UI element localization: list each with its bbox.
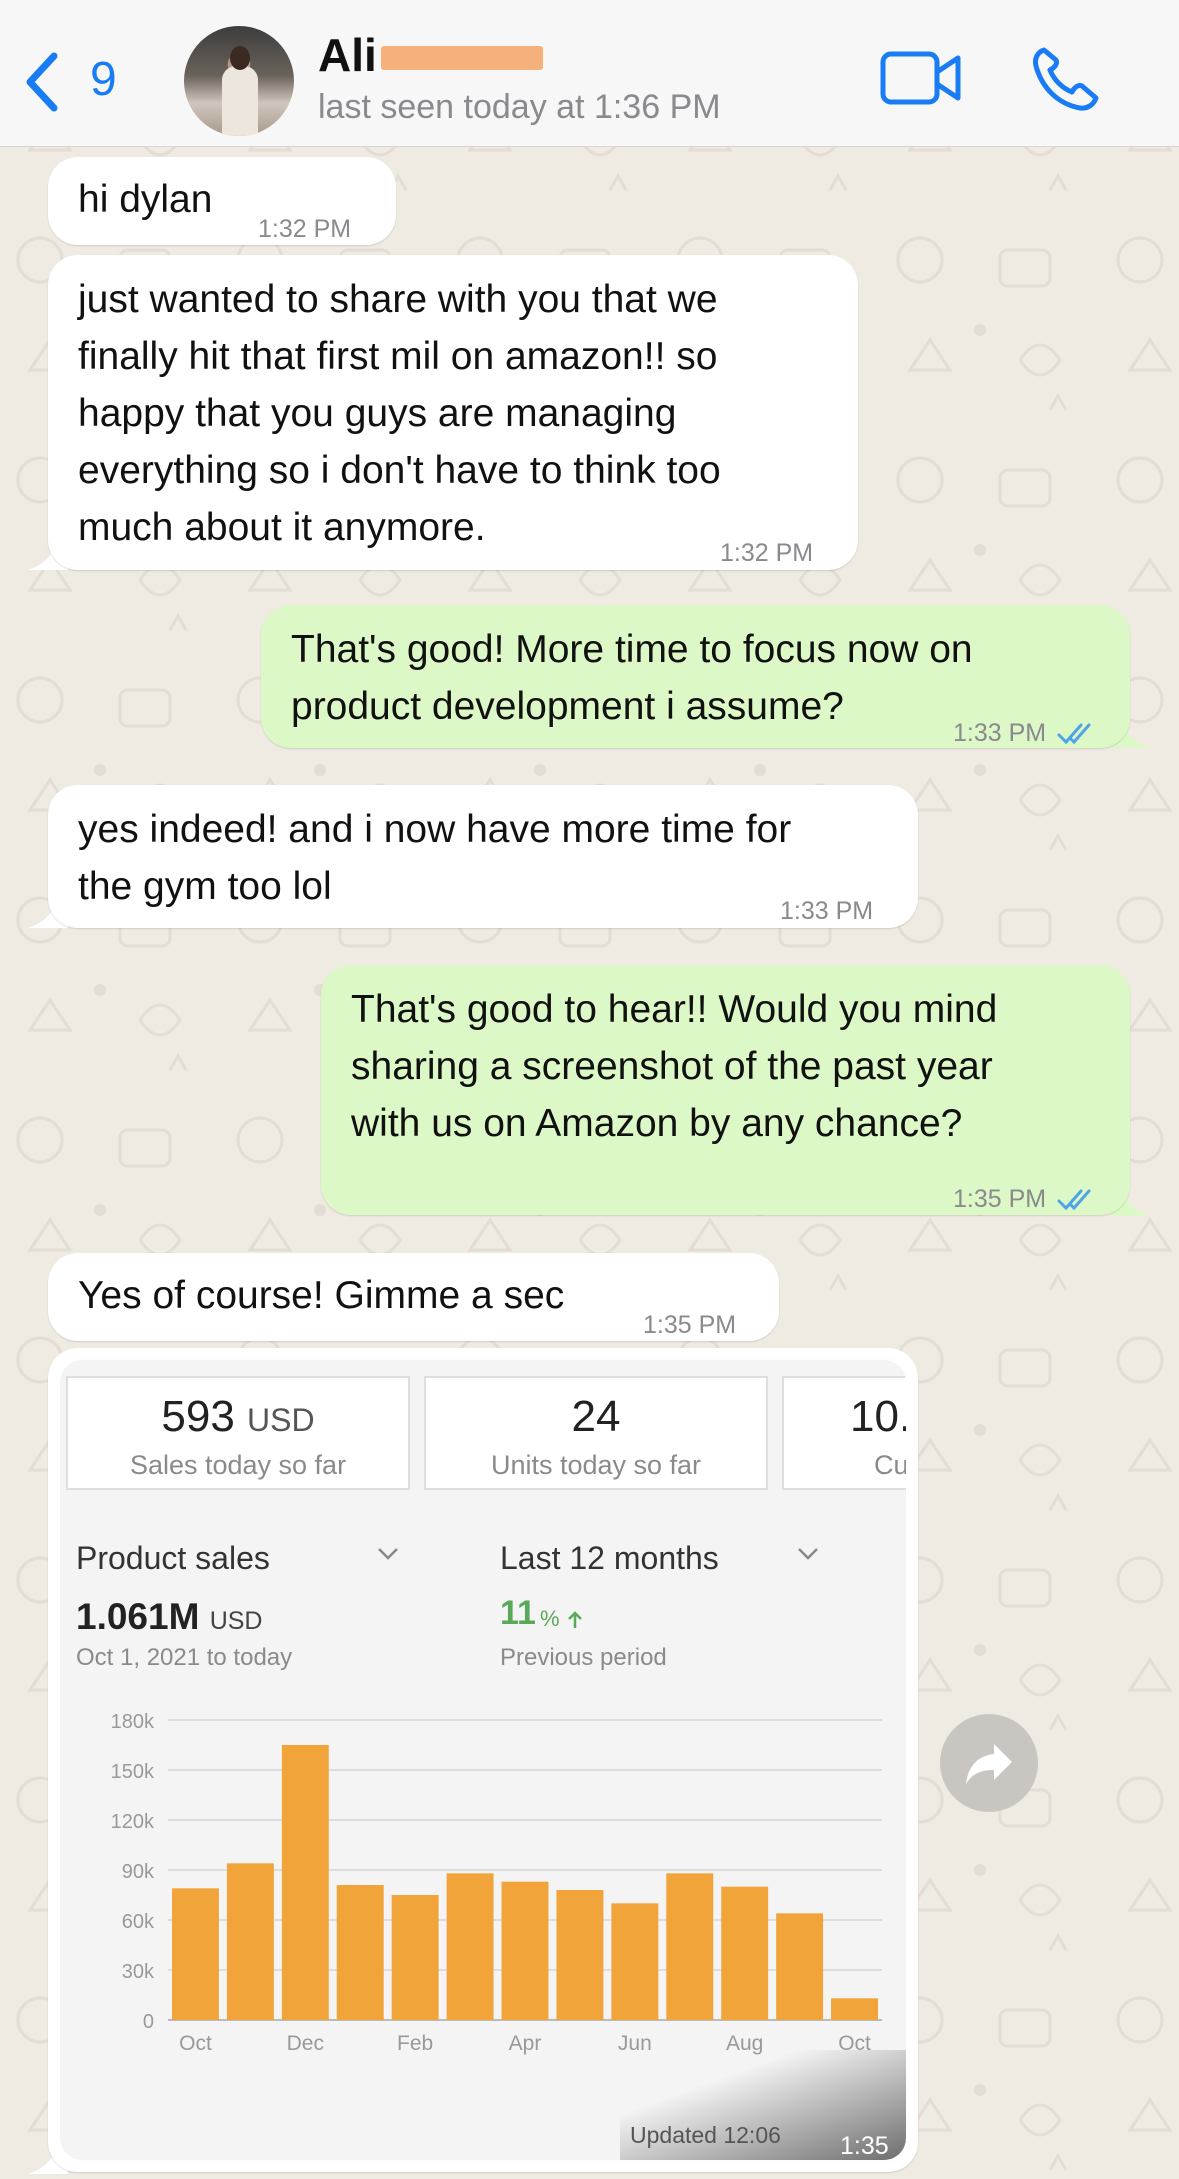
metric-dropdown: Product sales bbox=[76, 1540, 270, 1576]
bar-may bbox=[556, 1890, 604, 2020]
read-receipt-icon bbox=[1057, 1189, 1091, 1211]
avatar-figure bbox=[222, 66, 258, 136]
x-tick-label: Apr bbox=[509, 2032, 542, 2055]
total-sales-value: 1.061M USD bbox=[76, 1596, 263, 1637]
video-call-button[interactable] bbox=[880, 50, 962, 106]
y-tick-label: 0 bbox=[143, 2011, 154, 2033]
bar-nov bbox=[226, 1863, 274, 2020]
message-text: That's good! More time to focus now on p… bbox=[291, 628, 973, 728]
last-seen-status: last seen today at 1:36 PM bbox=[318, 88, 721, 126]
message-time: 1:32 PM bbox=[258, 215, 352, 243]
stat-label: Units today so far bbox=[490, 1450, 702, 1480]
message-text: hi dylan bbox=[78, 178, 213, 221]
previous-period-label: Previous period bbox=[500, 1644, 667, 1671]
change-percent: 11 bbox=[500, 1594, 536, 1632]
image-attachment[interactable]: 593 USD Sales today so far 24 Units toda… bbox=[60, 1360, 906, 2160]
bar-sep bbox=[776, 1913, 824, 2020]
message-time: 1:32 PM bbox=[720, 539, 814, 567]
contact-name[interactable]: Ali bbox=[318, 28, 377, 82]
outgoing-message[interactable]: That's good to hear!! Would you mind sha… bbox=[321, 965, 1130, 1215]
message-text: That's good to hear!! Would you mind sha… bbox=[351, 988, 998, 1145]
bar-jul bbox=[666, 1873, 714, 2020]
incoming-message[interactable]: Yes of course! Gimme a sec 1:35 PM bbox=[48, 1253, 779, 1341]
chevron-down-icon bbox=[798, 1548, 818, 1560]
message-text: just wanted to share with you that we fi… bbox=[78, 278, 721, 549]
redaction-mark bbox=[381, 46, 543, 70]
x-tick-label: Dec bbox=[287, 2032, 324, 2055]
chevron-left-icon bbox=[26, 52, 58, 112]
stat-label: Sales today so far bbox=[129, 1450, 347, 1480]
avatar[interactable] bbox=[184, 26, 294, 136]
y-tick-label: 30k bbox=[122, 1961, 155, 1983]
stat-value: 593 USD bbox=[161, 1392, 315, 1441]
change-unit: % bbox=[540, 1606, 584, 1632]
x-tick-label: Oct bbox=[179, 2032, 212, 2055]
stat-value: 10. bbox=[850, 1392, 906, 1441]
y-tick-label: 120k bbox=[111, 1811, 155, 1833]
bar-jan bbox=[336, 1885, 384, 2020]
message-text: Yes of course! Gimme a sec bbox=[78, 1274, 565, 1317]
incoming-message[interactable]: just wanted to share with you that we fi… bbox=[48, 255, 858, 570]
date-range: Oct 1, 2021 to today bbox=[76, 1644, 293, 1671]
x-tick-label: Feb bbox=[397, 2032, 433, 2055]
stat-label: Cur bbox=[874, 1450, 906, 1480]
sales-bar-chart: 030k60k90k120k150k180kOct Dec Feb Apr Jun Aug… bbox=[111, 1711, 882, 2055]
bar-feb bbox=[391, 1895, 439, 2020]
avatar-head bbox=[230, 46, 250, 70]
read-receipt-icon bbox=[1057, 723, 1091, 745]
forward-button[interactable] bbox=[940, 1714, 1038, 1812]
bar-dec bbox=[281, 1745, 329, 2020]
image-message[interactable]: 593 USD Sales today so far 24 Units toda… bbox=[48, 1348, 918, 2172]
bar-oct bbox=[172, 1888, 219, 2020]
video-camera-icon bbox=[880, 51, 961, 105]
stat-card-sales: 593 USD Sales today so far bbox=[66, 1376, 410, 1490]
message-text: yes indeed! and i now have more time for… bbox=[78, 808, 792, 908]
message-time: 1:33 PM bbox=[780, 897, 874, 925]
message-time: 1:35 PM bbox=[840, 2132, 889, 2160]
chevron-down-icon bbox=[378, 1548, 398, 1560]
y-tick-label: 150k bbox=[111, 1761, 155, 1783]
bar-oct bbox=[831, 1998, 878, 2020]
incoming-message[interactable]: hi dylan 1:32 PM bbox=[48, 157, 396, 245]
stat-value: 24 bbox=[571, 1392, 621, 1441]
arrow-up-icon bbox=[567, 1611, 582, 1629]
message-time: 1:33 PM bbox=[953, 705, 1097, 762]
y-tick-label: 60k bbox=[122, 1911, 155, 1933]
voice-call-button[interactable] bbox=[1030, 46, 1100, 112]
incoming-message[interactable]: yes indeed! and i now have more time for… bbox=[48, 785, 918, 928]
forward-arrow-icon bbox=[966, 1744, 1012, 1784]
chat-header: 9 Ali last seen today at 1:36 PM bbox=[0, 0, 1179, 147]
bar-aug bbox=[721, 1886, 769, 2020]
y-tick-label: 90k bbox=[122, 1861, 155, 1883]
updated-text: Updated 12:06 bbox=[630, 2122, 781, 2148]
y-tick-label: 180k bbox=[111, 1711, 155, 1733]
stat-card-units: 24 Units today so far bbox=[424, 1376, 768, 1490]
unread-count: 9 bbox=[90, 53, 117, 106]
outgoing-message[interactable]: That's good! More time to focus now on p… bbox=[261, 605, 1130, 748]
stat-card-partial: 10. Cur bbox=[782, 1376, 906, 1490]
bar-apr bbox=[501, 1881, 549, 2020]
message-time: 1:35 PM bbox=[643, 1311, 737, 1339]
message-time-text: 1:33 PM bbox=[953, 719, 1047, 747]
bar-mar bbox=[446, 1873, 494, 2020]
bar-jun bbox=[611, 1903, 659, 2020]
back-button[interactable]: 9 bbox=[22, 48, 132, 112]
period-dropdown: Last 12 months bbox=[500, 1540, 719, 1576]
message-time: 1:35 PM bbox=[953, 1171, 1097, 1228]
message-time-text: 1:35 PM bbox=[953, 1185, 1047, 1213]
phone-icon bbox=[1033, 47, 1099, 111]
